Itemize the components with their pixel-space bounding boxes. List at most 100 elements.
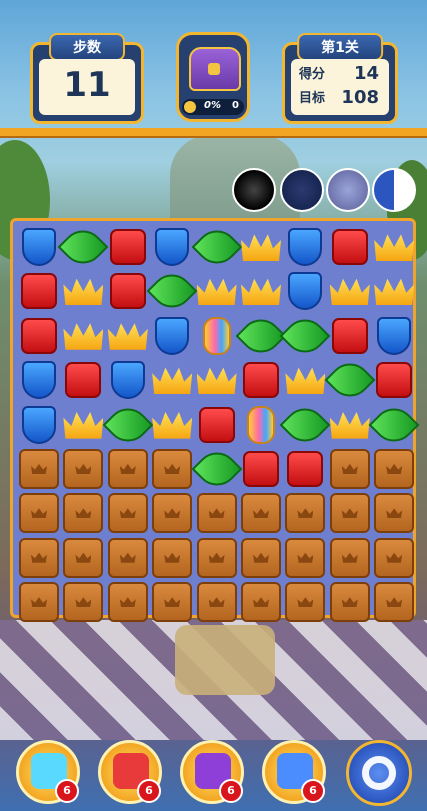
crate-icon <box>152 537 193 578</box>
booster-cannon[interactable]: 6 <box>16 740 80 804</box>
tile-crate[interactable] <box>17 536 61 580</box>
treasure-chest-button[interactable]: 0% 0 <box>176 32 250 122</box>
tile-crate[interactable] <box>239 491 283 535</box>
booster-crossbow[interactable]: 6 <box>98 740 162 804</box>
tile-shield[interactable] <box>17 358 61 402</box>
settings-button[interactable] <box>346 740 412 806</box>
tile-cube[interactable] <box>328 314 372 358</box>
tile-leaf[interactable] <box>191 443 243 495</box>
tile-shield[interactable] <box>150 314 194 358</box>
tile-leaf[interactable] <box>146 265 198 317</box>
blue-tile-icon <box>372 168 416 212</box>
tile-crate[interactable] <box>17 580 61 624</box>
tile-crown[interactable] <box>106 314 150 358</box>
tile-shield[interactable] <box>17 403 61 447</box>
tile-crate[interactable] <box>328 447 372 491</box>
tile-crate[interactable] <box>61 491 105 535</box>
tile-cube[interactable] <box>283 447 327 491</box>
tile-crate[interactable] <box>328 580 372 624</box>
moves-panel: 步数 11 <box>30 33 144 124</box>
tile-crate[interactable] <box>372 580 416 624</box>
tile-leaf[interactable] <box>102 399 154 451</box>
crown-icon <box>63 323 104 350</box>
tile-crate[interactable] <box>150 447 194 491</box>
tile-crown[interactable] <box>61 314 105 358</box>
tile-crate[interactable] <box>283 580 327 624</box>
tile-crate[interactable] <box>195 536 239 580</box>
tile-crate[interactable] <box>106 491 150 535</box>
tile-shield[interactable] <box>283 269 327 313</box>
tile-crate[interactable] <box>61 580 105 624</box>
tile-crate[interactable] <box>150 580 194 624</box>
tile-crate[interactable] <box>61 447 105 491</box>
tile-cube[interactable] <box>239 447 283 491</box>
tile-crate[interactable] <box>372 536 416 580</box>
tile-bomb[interactable] <box>195 314 239 358</box>
leaf-icon <box>191 443 243 495</box>
crate-icon <box>196 582 237 623</box>
tile-crate[interactable] <box>106 580 150 624</box>
tile-crate[interactable] <box>328 491 372 535</box>
tile-leaf[interactable] <box>279 310 331 362</box>
tile-crate[interactable] <box>150 491 194 535</box>
booster-jester-hat[interactable]: 6 <box>180 740 244 804</box>
tile-leaf[interactable] <box>235 310 287 362</box>
tile-crate[interactable] <box>283 536 327 580</box>
tile-cube[interactable] <box>61 358 105 402</box>
tile-shield[interactable] <box>150 225 194 269</box>
tile-crate[interactable] <box>195 491 239 535</box>
tile-crown[interactable] <box>328 403 372 447</box>
tile-leaf[interactable] <box>57 221 109 273</box>
tile-crate[interactable] <box>17 491 61 535</box>
tile-cube[interactable] <box>17 314 61 358</box>
tile-crown[interactable] <box>372 225 416 269</box>
tile-cube[interactable] <box>372 358 416 402</box>
tile-leaf[interactable] <box>279 399 331 451</box>
tile-crown[interactable] <box>283 358 327 402</box>
tile-leaf[interactable] <box>324 354 376 406</box>
tile-cube[interactable] <box>17 269 61 313</box>
tile-crate[interactable] <box>17 447 61 491</box>
score-panel: 第1关 得分 14 目标 108 <box>282 33 398 124</box>
tile-shield[interactable] <box>17 225 61 269</box>
tile-crate[interactable] <box>328 536 372 580</box>
tile-cube[interactable] <box>239 358 283 402</box>
tile-crown[interactable] <box>239 269 283 313</box>
tile-crate[interactable] <box>239 580 283 624</box>
tile-cube[interactable] <box>195 403 239 447</box>
tile-crate[interactable] <box>372 491 416 535</box>
tile-leaf[interactable] <box>368 399 420 451</box>
tile-crate[interactable] <box>372 447 416 491</box>
tile-crown[interactable] <box>195 269 239 313</box>
tile-crown[interactable] <box>150 403 194 447</box>
tile-shield[interactable] <box>283 225 327 269</box>
tile-crown[interactable] <box>61 403 105 447</box>
crown-icon <box>63 411 104 439</box>
tile-crate[interactable] <box>195 580 239 624</box>
tile-crate[interactable] <box>239 536 283 580</box>
tile-cube[interactable] <box>328 225 372 269</box>
tile-crate[interactable] <box>150 536 194 580</box>
booster-hammer[interactable]: 6 <box>262 740 326 804</box>
tile-crate[interactable] <box>283 491 327 535</box>
tile-crown[interactable] <box>239 225 283 269</box>
crown-icon <box>152 411 193 439</box>
coin-icon <box>184 101 196 113</box>
tile-crate[interactable] <box>61 536 105 580</box>
tile-bomb[interactable] <box>239 403 283 447</box>
tile-crown[interactable] <box>372 269 416 313</box>
tile-cube[interactable] <box>106 225 150 269</box>
tile-crown[interactable] <box>61 269 105 313</box>
leaf-icon <box>146 265 198 317</box>
crate-icon <box>196 493 237 534</box>
tile-leaf[interactable] <box>191 221 243 273</box>
tile-crate[interactable] <box>106 536 150 580</box>
tile-crown[interactable] <box>150 358 194 402</box>
tile-shield[interactable] <box>106 358 150 402</box>
tile-shield[interactable] <box>372 314 416 358</box>
tile-crate[interactable] <box>106 447 150 491</box>
tile-crown[interactable] <box>195 358 239 402</box>
tile-cube[interactable] <box>106 269 150 313</box>
tile-crown[interactable] <box>328 269 372 313</box>
booster-count-badge: 6 <box>219 779 243 803</box>
